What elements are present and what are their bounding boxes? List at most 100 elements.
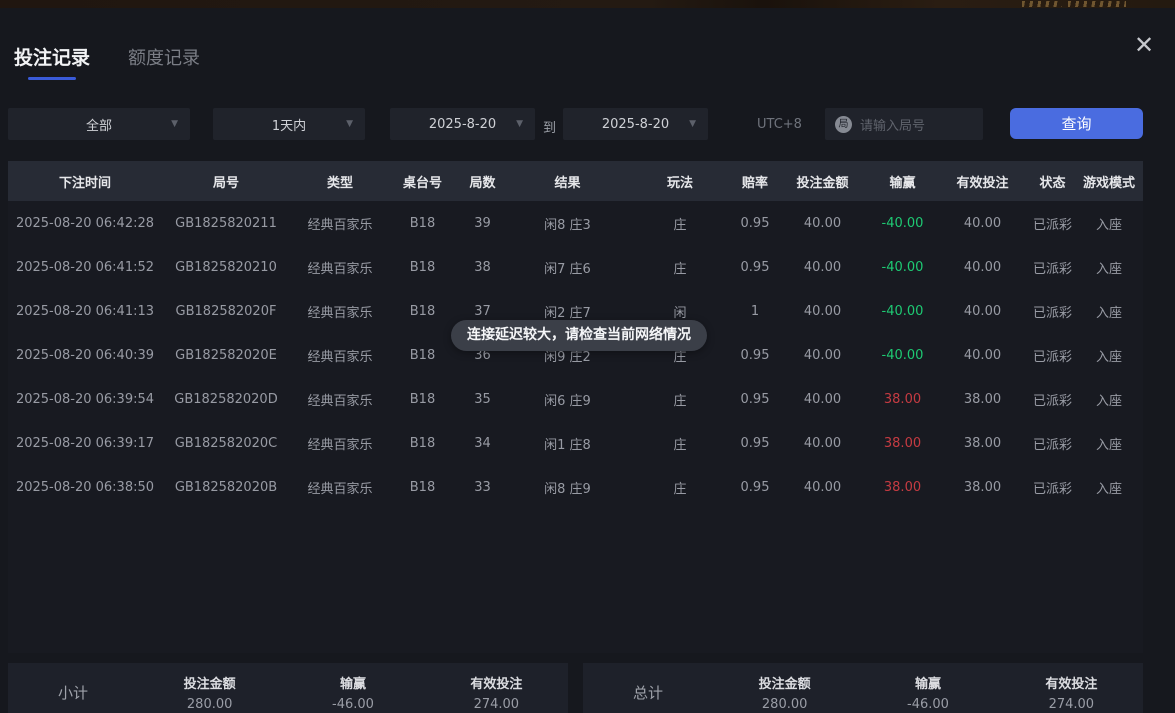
subtotal-label: 小计	[8, 682, 138, 703]
cell-play: 庄	[625, 377, 735, 421]
cell-round: 38	[455, 245, 510, 289]
game-number-icon: 局	[835, 116, 852, 133]
header-status: 状态	[1030, 161, 1075, 201]
background-top-strip	[0, 0, 1175, 8]
cell-bet-time: 2025-08-20 06:39:17	[8, 421, 162, 465]
cell-result: 闲6 庄9	[510, 377, 625, 421]
cell-winloss: 38.00	[870, 465, 935, 509]
tab-betting-records[interactable]: 投注记录	[14, 43, 90, 80]
cell-table-no: B18	[390, 465, 455, 509]
table-row: 2025-08-20 06:39:17 GB182582020C 经典百家乐 B…	[8, 421, 1143, 465]
cell-game-id: GB182582020D	[162, 377, 290, 421]
cell-type: 经典百家乐	[290, 465, 390, 509]
bet-type-select[interactable]: 全部 ▼	[8, 108, 190, 140]
subtotal-panel: 小计 投注金额 280.00 输赢 -46.00 有效投注 274.00	[8, 663, 568, 713]
chevron-down-icon: ▼	[689, 119, 696, 129]
cell-game-mode: 入座	[1075, 201, 1143, 245]
filter-bar: 全部 ▼ 1天内 ▼ 2025-8-20 ▼ 到 2025-8-20 ▼ UTC…	[0, 108, 1175, 140]
date-from-picker[interactable]: 2025-8-20 ▼	[390, 108, 535, 140]
cell-bet-amount: 40.00	[775, 289, 870, 333]
cell-type: 经典百家乐	[290, 421, 390, 465]
header-winloss: 输赢	[870, 161, 935, 201]
subtotal-valid-bet: 有效投注 274.00	[425, 673, 568, 712]
table-header-row: 下注时间 局号 类型 桌台号 局数 结果 玩法 赔率 投注金额 输赢 有效投注 …	[8, 161, 1143, 201]
cell-winloss: 38.00	[870, 421, 935, 465]
cell-bet-time: 2025-08-20 06:41:52	[8, 245, 162, 289]
cell-play: 庄	[625, 201, 735, 245]
header-type: 类型	[290, 161, 390, 201]
gold-dash-decoration	[1022, 1, 1062, 7]
cell-winloss: -40.00	[870, 289, 935, 333]
cell-table-no: B18	[390, 201, 455, 245]
cell-table-no: B18	[390, 289, 455, 333]
tab-bar: 投注记录 额度记录	[14, 43, 200, 80]
cell-game-id: GB182582020C	[162, 421, 290, 465]
total-panel: 总计 投注金额 280.00 输赢 -46.00 有效投注 274.00	[583, 663, 1143, 713]
header-play: 玩法	[625, 161, 735, 201]
network-warning-toast: 连接延迟较大，请检查当前网络情况	[451, 320, 707, 351]
header-bet-amount: 投注金额	[775, 161, 870, 201]
tab-quota-records[interactable]: 额度记录	[128, 44, 200, 70]
cell-bet-time: 2025-08-20 06:38:50	[8, 465, 162, 509]
cell-valid-bet: 38.00	[935, 421, 1030, 465]
table-row: 2025-08-20 06:42:28 GB1825820211 经典百家乐 B…	[8, 201, 1143, 245]
cell-game-id: GB182582020E	[162, 333, 290, 377]
cell-bet-amount: 40.00	[775, 333, 870, 377]
records-table: 下注时间 局号 类型 桌台号 局数 结果 玩法 赔率 投注金额 输赢 有效投注 …	[8, 161, 1143, 653]
cell-winloss: -40.00	[870, 245, 935, 289]
cell-round: 34	[455, 421, 510, 465]
chevron-down-icon: ▼	[171, 119, 178, 129]
cell-odds: 1	[735, 289, 775, 333]
total-groups: 投注金额 280.00 输赢 -46.00 有效投注 274.00	[713, 673, 1143, 712]
header-game-id: 局号	[162, 161, 290, 201]
cell-type: 经典百家乐	[290, 201, 390, 245]
query-button[interactable]: 查询	[1010, 108, 1143, 139]
header-bet-time: 下注时间	[8, 161, 162, 201]
total-winloss: 输赢 -46.00	[856, 673, 999, 712]
cell-valid-bet: 40.00	[935, 289, 1030, 333]
cell-result: 闲7 庄6	[510, 245, 625, 289]
table-body: 2025-08-20 06:42:28 GB1825820211 经典百家乐 B…	[8, 201, 1143, 509]
game-number-input[interactable]: 局 请输入局号	[825, 108, 983, 140]
cell-status: 已派彩	[1030, 465, 1075, 509]
cell-winloss: 38.00	[870, 377, 935, 421]
date-range-select[interactable]: 1天内 ▼	[213, 108, 365, 140]
total-bet-amount: 投注金额 280.00	[713, 673, 856, 712]
cell-game-id: GB182582020B	[162, 465, 290, 509]
table-row: 2025-08-20 06:39:54 GB182582020D 经典百家乐 B…	[8, 377, 1143, 421]
date-from-value: 2025-8-20	[429, 117, 496, 132]
subtotal-winloss: 输赢 -46.00	[281, 673, 424, 712]
cell-bet-amount: 40.00	[775, 377, 870, 421]
cell-odds: 0.95	[735, 201, 775, 245]
cell-table-no: B18	[390, 421, 455, 465]
game-number-placeholder: 请输入局号	[860, 115, 925, 134]
cell-bet-time: 2025-08-20 06:40:39	[8, 333, 162, 377]
date-to-picker[interactable]: 2025-8-20 ▼	[563, 108, 708, 140]
header-round: 局数	[455, 161, 510, 201]
cell-status: 已派彩	[1030, 377, 1075, 421]
cell-play: 庄	[625, 421, 735, 465]
cell-winloss: -40.00	[870, 201, 935, 245]
date-range-value: 1天内	[272, 115, 306, 134]
cell-status: 已派彩	[1030, 245, 1075, 289]
cell-odds: 0.95	[735, 333, 775, 377]
cell-game-mode: 入座	[1075, 377, 1143, 421]
cell-odds: 0.95	[735, 421, 775, 465]
cell-round: 33	[455, 465, 510, 509]
total-label: 总计	[583, 682, 713, 703]
cell-bet-amount: 40.00	[775, 421, 870, 465]
cell-play: 庄	[625, 245, 735, 289]
cell-status: 已派彩	[1030, 421, 1075, 465]
cell-table-no: B18	[390, 333, 455, 377]
cell-status: 已派彩	[1030, 289, 1075, 333]
cell-type: 经典百家乐	[290, 289, 390, 333]
betting-records-modal: ✕ 投注记录 额度记录 全部 ▼ 1天内 ▼ 2025-8-20 ▼ 到 202…	[0, 8, 1175, 713]
cell-bet-time: 2025-08-20 06:41:13	[8, 289, 162, 333]
cell-result: 闲1 庄8	[510, 421, 625, 465]
close-icon[interactable]: ✕	[1131, 32, 1157, 58]
date-to-value: 2025-8-20	[602, 117, 669, 132]
cell-result: 闲8 庄9	[510, 465, 625, 509]
header-valid-bet: 有效投注	[935, 161, 1030, 201]
cell-bet-time: 2025-08-20 06:39:54	[8, 377, 162, 421]
chevron-down-icon: ▼	[346, 119, 353, 129]
